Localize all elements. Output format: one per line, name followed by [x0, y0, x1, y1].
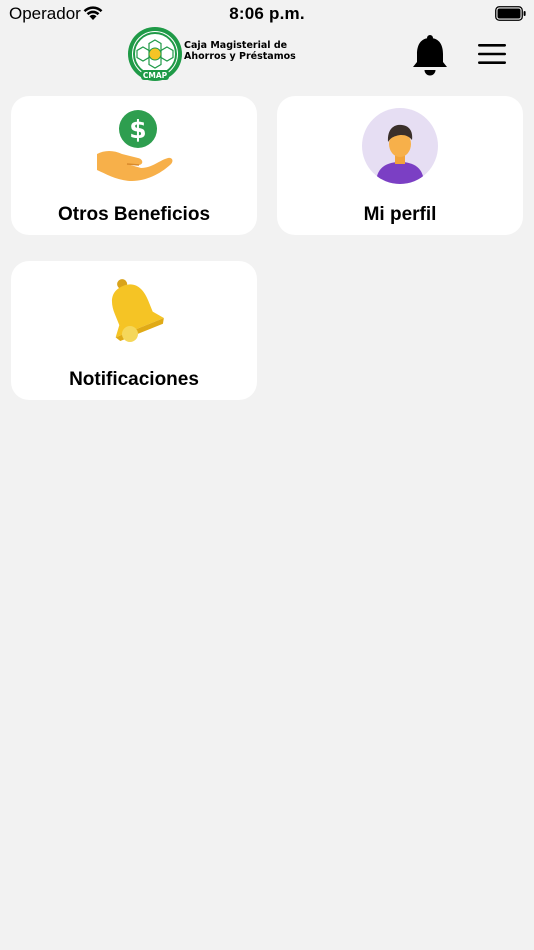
logo-text-line2: Ahorros y Préstamos [184, 51, 296, 62]
hamburger-menu-icon[interactable] [478, 42, 506, 66]
svg-text:$: $ [129, 115, 146, 144]
logo-text-line1: Caja Magisterial de [184, 40, 288, 51]
money-hand-icon: $ [97, 110, 173, 181]
logo-text: Caja Magisterial de Ahorros y Préstamos [184, 40, 296, 62]
yellow-bell-icon [111, 279, 164, 342]
logo-badge: CMAP [143, 71, 168, 80]
card-label: Notificaciones [69, 369, 199, 390]
card-notificaciones[interactable]: Notificaciones [11, 261, 257, 400]
card-label: Otros Beneficios [57, 204, 211, 225]
card-otros-beneficios[interactable]: $ Otros Beneficios [11, 96, 257, 235]
cmap-logo: CMAP [128, 27, 182, 81]
user-avatar-icon [362, 108, 438, 184]
battery-icon [495, 6, 526, 21]
status-bar: Operador 8:06 p.m. [0, 0, 534, 28]
clock: 8:06 p.m. [229, 4, 305, 23]
card-label: Mi perfil [363, 204, 437, 225]
card-mi-perfil[interactable]: Mi perfil [277, 96, 523, 235]
notifications-bell-icon[interactable] [411, 34, 449, 76]
